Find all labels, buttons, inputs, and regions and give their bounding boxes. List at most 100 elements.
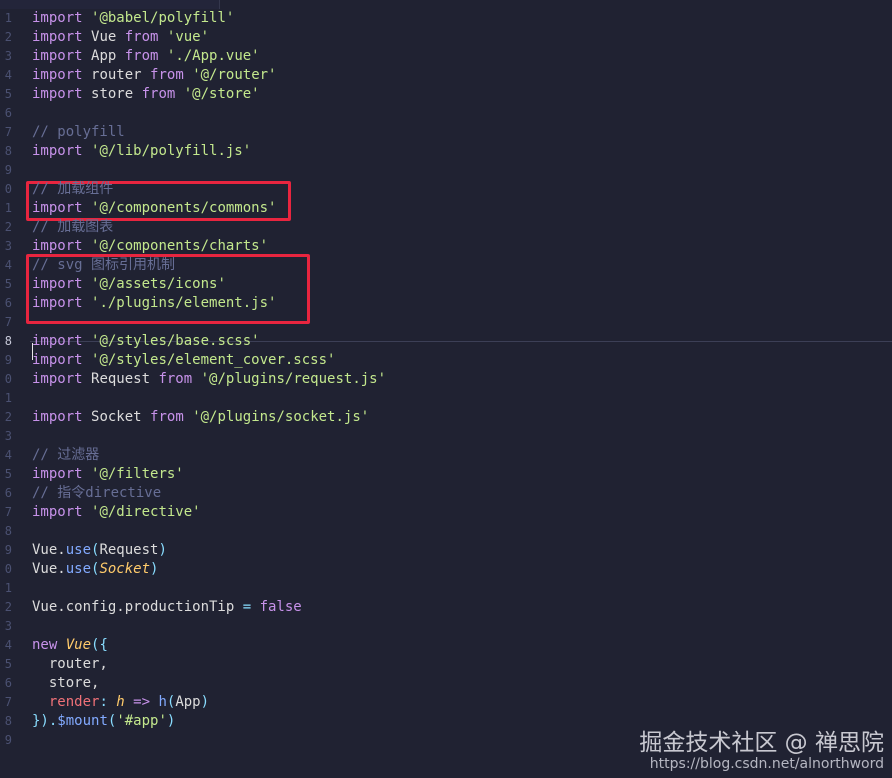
line-number: 8 [4,524,12,538]
code-line[interactable]: 3 [0,427,892,446]
code-line[interactable]: 5 import '@/assets/icons' [0,275,892,294]
line-number: 3 [4,619,12,633]
code-line[interactable]: 6 // 指令directive [0,484,892,503]
code-line[interactable]: 5 import store from '@/store' [0,85,892,104]
code-line[interactable]: 0 Vue.use(Socket) [0,560,892,579]
code-line[interactable]: 2 import Vue from 'vue' [0,28,892,47]
code-line[interactable]: 4 import router from '@/router' [0,66,892,85]
code-line[interactable]: 2 // 加载图表 [0,218,892,237]
line-number: 8 [4,144,12,158]
line-number: 8 [4,714,12,728]
code-line[interactable]: 0 // 加载组件 [0,180,892,199]
line-number: 1 [4,201,12,215]
code-line[interactable]: 5 import '@/filters' [0,465,892,484]
code-line[interactable]: 4 new Vue({ [0,636,892,655]
code-token: import [32,10,92,26]
line-number: 6 [4,486,12,500]
code-text: import '@/filters' [32,465,184,484]
line-number: 5 [4,467,12,481]
code-line[interactable]: 8 import '@/lib/polyfill.js' [0,142,892,161]
code-token: = [242,599,260,615]
line-number: 6 [4,106,12,120]
code-text: import '@/styles/base.scss' [32,332,260,351]
line-number: 7 [4,125,12,139]
line-number: 6 [4,296,12,310]
code-line[interactable]: 5 router, [0,655,892,674]
code-text: // 加载组件 [32,180,113,199]
code-token: './App.vue' [166,48,260,64]
line-number: 4 [4,448,12,462]
code-token: // 加载组件 [32,181,114,197]
code-token: from [141,86,184,102]
code-token: => [124,694,159,710]
code-token: import [32,333,92,349]
code-text: router, [32,655,108,674]
line-number: 0 [4,372,12,386]
code-line[interactable]: 3 import '@/components/charts' [0,237,892,256]
tab-active-file[interactable] [0,0,220,9]
line-number: 0 [4,562,12,576]
code-token: import [32,466,92,482]
code-token: import [32,276,92,292]
code-text: import './plugins/element.js' [32,294,276,313]
code-line[interactable]: 9 Vue.use(Request) [0,541,892,560]
code-line[interactable]: 8 [0,522,892,541]
code-token: App [91,48,125,64]
code-token: h [116,694,125,710]
code-text: Vue.config.productionTip = false [32,598,302,617]
code-text: store, [32,674,100,693]
code-text: Vue.use(Socket) [32,560,158,579]
code-token: import [32,352,92,368]
code-line[interactable]: 6 store, [0,674,892,693]
code-token: Request [91,371,159,387]
code-line[interactable]: 2 Vue.config.productionTip = false [0,598,892,617]
line-number: 5 [4,87,12,101]
code-line[interactable]: 7 render: h => h(App) [0,693,892,712]
code-line[interactable]: 7 // polyfill [0,123,892,142]
code-token: import [32,238,92,254]
code-text: import '@/components/charts' [32,237,268,256]
code-token: $mount [57,713,108,729]
code-line[interactable]: 3 import App from './App.vue' [0,47,892,66]
code-token: import [32,48,92,64]
code-token: h [158,694,167,710]
code-line[interactable]: 7 import '@/directive' [0,503,892,522]
code-line[interactable]: 6 [0,104,892,123]
code-line[interactable]: 2 import Socket from '@/plugins/socket.js… [0,408,892,427]
code-text: }).$mount('#app') [32,712,175,731]
code-token: ) [150,561,159,577]
code-line[interactable]: 8 import '@/styles/base.scss' [0,332,892,351]
code-token: '@/assets/icons' [91,276,226,292]
code-line[interactable]: 6 import './plugins/element.js' [0,294,892,313]
line-number: 7 [4,695,12,709]
line-number: 1 [4,581,12,595]
code-line[interactable]: 4 // svg 图标引用机制 [0,256,892,275]
code-text: import router from '@/router' [32,66,276,85]
code-line[interactable]: 1 import '@/components/commons' [0,199,892,218]
code-line[interactable]: 9 import '@/styles/element_cover.scss' [0,351,892,370]
line-number: 7 [4,505,12,519]
code-token: import [32,200,92,216]
code-text: import '@babel/polyfill' [32,9,234,28]
code-token: Vue [65,637,92,653]
line-number: 9 [4,353,12,367]
code-line[interactable]: 0 import Request from '@/plugins/request.… [0,370,892,389]
code-text: import '@/components/commons' [32,199,276,218]
code-line[interactable]: 3 [0,617,892,636]
code-line[interactable]: 1 import '@babel/polyfill' [0,9,892,28]
code-token: }). [32,713,58,729]
code-token: './plugins/element.js' [91,295,277,311]
code-token: ) [166,713,176,729]
code-line[interactable]: 4 // 过滤器 [0,446,892,465]
code-line[interactable]: 9 [0,161,892,180]
code-line[interactable]: 7 [0,313,892,332]
line-number: 9 [4,733,12,747]
code-line[interactable]: 1 [0,579,892,598]
code-token: Vue. [32,542,66,558]
code-line[interactable]: 1 [0,389,892,408]
line-number: 6 [4,676,12,690]
code-text: // svg 图标引用机制 [32,256,175,275]
code-text: import Vue from 'vue' [32,28,209,47]
code-editor[interactable]: 1 import '@babel/polyfill' 2 import Vue fro… [0,9,892,778]
